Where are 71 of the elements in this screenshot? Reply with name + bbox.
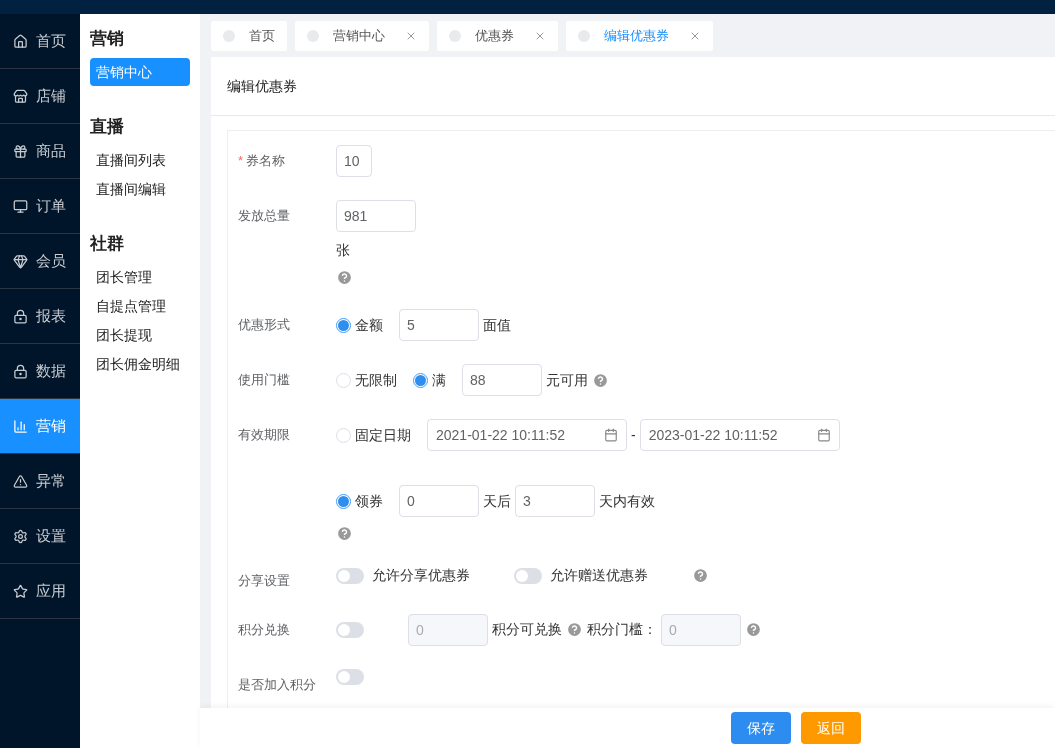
- radio-label: 固定日期: [355, 425, 411, 445]
- close-icon[interactable]: [405, 30, 417, 42]
- submenu-title: 社群: [90, 233, 125, 253]
- field-text: 积分门槛：: [587, 620, 657, 639]
- toggle-label: 允许分享优惠券: [372, 566, 470, 585]
- submenu-item[interactable]: 自提点管理: [90, 292, 190, 320]
- date-field[interactable]: 2023-01-22 10:11:52: [639, 419, 840, 451]
- input-field[interactable]: 0: [399, 485, 479, 517]
- store-icon: [13, 88, 28, 104]
- page-tab[interactable]: 优惠券: [437, 21, 558, 51]
- submenu-item[interactable]: 团长管理: [90, 263, 190, 291]
- radio-label: 满: [432, 370, 446, 390]
- field-text: 元可用: [546, 370, 588, 390]
- submenu-item[interactable]: 团长提现: [90, 321, 190, 349]
- submenu-title: 直播: [90, 116, 125, 136]
- form-label: 优惠形式: [238, 316, 290, 334]
- lock-icon: [13, 308, 28, 324]
- close-icon[interactable]: [534, 30, 546, 42]
- help-icon: [592, 371, 609, 389]
- help-icon: [745, 621, 762, 638]
- submenu-item[interactable]: 团长佣金明细: [90, 350, 190, 378]
- radio-label: 金额: [355, 315, 383, 335]
- gift-icon: [13, 143, 28, 159]
- input-field[interactable]: 5: [399, 309, 479, 341]
- warning-icon: [13, 473, 28, 489]
- help-icon: [336, 525, 353, 542]
- form-label: 是否加入积分: [238, 675, 316, 694]
- submenu-item[interactable]: 直播间编辑: [90, 175, 190, 203]
- bar-chart-icon: [13, 418, 28, 434]
- form-label: 使用门槛: [238, 371, 290, 389]
- toggle-switch[interactable]: [336, 668, 364, 685]
- field-text: 面值: [483, 315, 511, 335]
- field-text: 张: [336, 241, 350, 260]
- form-label: 分享设置: [238, 572, 290, 590]
- field-text: 天后: [483, 491, 511, 511]
- page-tab[interactable]: 首页: [211, 21, 287, 51]
- calendar-icon[interactable]: [816, 428, 831, 442]
- close-icon[interactable]: [689, 30, 701, 42]
- form-label: 有效期限: [238, 426, 290, 444]
- star-icon: [13, 583, 28, 599]
- gem-icon: [13, 253, 28, 269]
- field-text: -: [631, 425, 636, 445]
- input-field[interactable]: 88: [462, 364, 542, 396]
- monitor-icon: [13, 198, 28, 214]
- form-label: 积分兑换: [238, 620, 290, 639]
- required-mark: *: [238, 152, 244, 170]
- field-text: 积分可兑换: [492, 620, 562, 639]
- submenu-item[interactable]: 直播间列表: [90, 146, 190, 174]
- field-text: 天内有效: [599, 491, 655, 511]
- toggle-switch[interactable]: [336, 621, 364, 638]
- radio-label: 领券: [355, 491, 383, 511]
- form-label: 券名称: [246, 152, 286, 170]
- toggle-switch[interactable]: [336, 567, 364, 584]
- submenu-title: 营销: [90, 28, 125, 48]
- help-icon: [566, 621, 583, 638]
- toggle-label: 允许赠送优惠券: [550, 566, 648, 585]
- input-field[interactable]: 3: [515, 485, 595, 517]
- input-field[interactable]: 10: [336, 145, 372, 177]
- lock-icon: [13, 363, 28, 379]
- page-tab[interactable]: 营销中心: [295, 21, 429, 51]
- settings-icon: [13, 528, 28, 544]
- toggle-switch[interactable]: [514, 567, 542, 584]
- calendar-icon[interactable]: [604, 428, 618, 442]
- form-label: 发放总量: [238, 207, 290, 225]
- help-icon: [692, 567, 709, 584]
- input-field[interactable]: 981: [336, 200, 416, 232]
- home-icon: [13, 33, 28, 49]
- page-title: 编辑优惠券: [227, 76, 297, 96]
- help-icon: [336, 269, 353, 286]
- radio-label: 无限制: [355, 370, 397, 390]
- date-field[interactable]: 2021-01-22 10:11:52: [427, 419, 627, 451]
